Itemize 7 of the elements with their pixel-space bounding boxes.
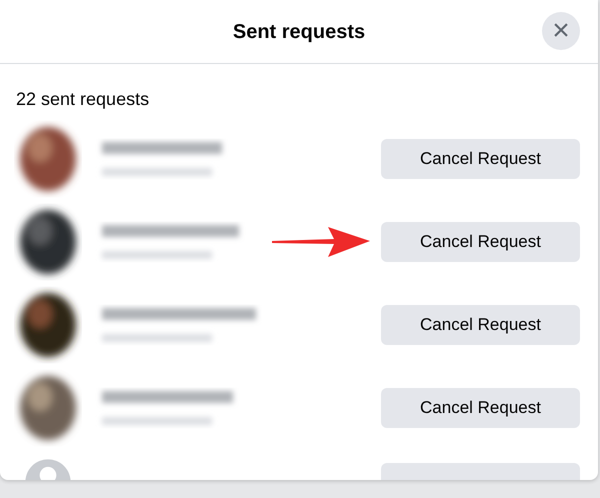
- cancel-request-button[interactable]: Cancel Request: [381, 222, 580, 262]
- close-button[interactable]: ×: [542, 12, 580, 50]
- request-count: 22 sent requests: [15, 88, 150, 111]
- cancel-request-button[interactable]: Cancel Request: [381, 388, 580, 428]
- cancel-request-button[interactable]: Cancel Request: [381, 138, 580, 178]
- dialog-title: Sent requests: [232, 20, 366, 44]
- cancel-request-button[interactable]: Cancel Request: [381, 304, 580, 344]
